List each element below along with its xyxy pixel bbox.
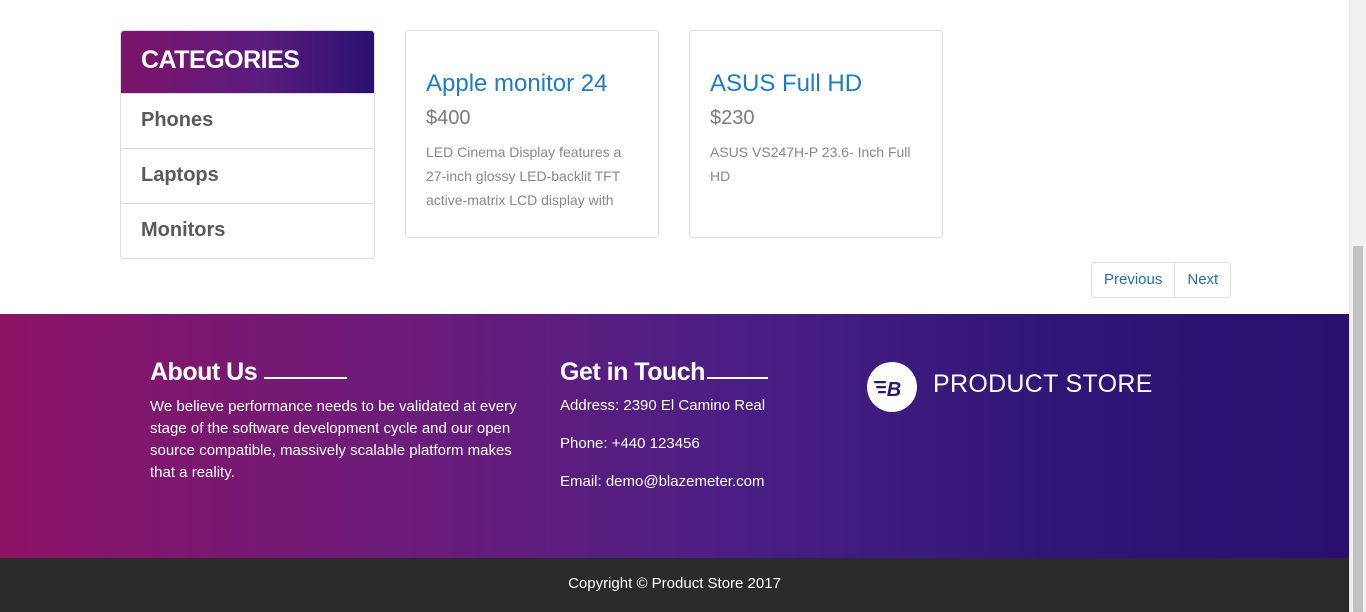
previous-button[interactable]: Previous [1092,263,1175,297]
product-card: ASUS Full HD $230 ASUS VS247H-P 23.6- In… [689,30,943,238]
next-button[interactable]: Next [1174,263,1231,297]
contact-address: Address: 2390 El Camino Real [560,397,766,414]
category-item-phones[interactable]: Phones [121,93,374,148]
product-description: LED Cinema Display features a 27-inch gl… [426,144,622,208]
categories-panel: CATEGORIES Phones Laptops Monitors [120,30,375,259]
category-item-monitors[interactable]: Monitors [121,203,374,258]
vertical-scrollbar[interactable] [1349,0,1366,612]
about-us-text: We believe performance needs to be valid… [150,398,517,481]
product-title-link[interactable]: Apple monitor 24 [426,69,638,99]
categories-header[interactable]: CATEGORIES [121,31,374,93]
svg-text:B: B [887,379,901,401]
copyright-bar: Copyright © Product Store 2017 [0,558,1349,612]
blazemeter-logo-icon: B [867,362,917,412]
category-item-laptops[interactable]: Laptops [121,148,374,203]
contact-phone: Phone: +440 123456 [560,435,700,452]
product-price: $230 [710,107,755,129]
scrollbar-thumb[interactable] [1353,246,1363,612]
footer: About Us We believe performance needs to… [0,314,1349,558]
get-in-touch-title: Get in Touch [560,358,705,386]
page: CATEGORIES Phones Laptops Monitors Apple… [0,0,1366,612]
contact-divider [707,377,768,379]
about-us-title: About Us [150,358,258,386]
contact-email: Email: demo@blazemeter.com [560,473,765,490]
product-card: Apple monitor 24 $400 LED Cinema Display… [405,30,659,238]
product-price: $400 [426,107,471,129]
pagination: Previous Next [1091,262,1232,298]
brand-name: PRODUCT STORE [933,370,1153,398]
about-divider [264,377,347,379]
product-title-link[interactable]: ASUS Full HD [710,69,922,99]
product-description: ASUS VS247H-P 23.6- Inch Full HD [710,144,911,184]
